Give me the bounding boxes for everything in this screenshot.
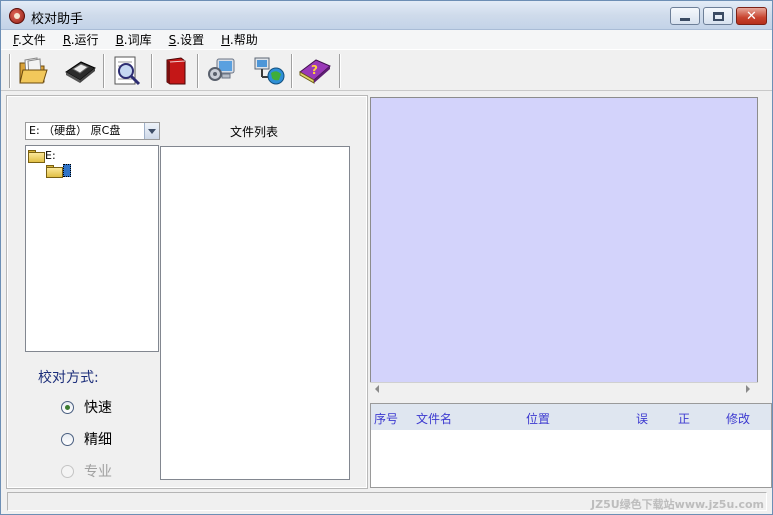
column-header-filename[interactable]: 文件名 (416, 410, 452, 427)
menu-bar: F.文件 R.运行 B.词库 S.设置 H.帮助 (1, 30, 772, 49)
file-list[interactable] (160, 146, 350, 480)
drive-select-value: E: （硬盘） 原C盘 (29, 124, 121, 137)
column-header-correct[interactable]: 正 (678, 410, 690, 427)
menu-file[interactable]: F.文件 (13, 31, 46, 48)
menu-help[interactable]: H.帮助 (221, 31, 258, 48)
column-header-index[interactable]: 序号 (374, 410, 398, 427)
tree-item-label: E: (45, 149, 56, 162)
menu-run[interactable]: R.运行 (63, 31, 99, 48)
text-preview-pane[interactable] (370, 97, 758, 397)
title-bar[interactable]: 校对助手 ✕ (1, 1, 772, 30)
menu-dictionary[interactable]: B.词库 (116, 31, 152, 48)
result-table-header: 序号 文件名 位置 误 正 修改 (371, 404, 771, 430)
toolbar-separator (151, 54, 153, 88)
search-doc-icon (114, 56, 141, 86)
horizontal-scrollbar[interactable] (370, 382, 758, 397)
tree-item-root[interactable]: E: (28, 149, 56, 163)
svg-text:?: ? (311, 63, 318, 77)
toolbar-separator (339, 54, 341, 88)
radio-unchecked-icon (61, 432, 74, 446)
chevron-down-icon[interactable] (144, 123, 159, 139)
search-button[interactable] (109, 54, 145, 88)
close-button[interactable]: ✕ (736, 7, 767, 25)
status-bar: JZ5U绿色下载站www.jz5u.com (1, 490, 772, 514)
radio-disabled-icon (61, 464, 74, 478)
toolbar: ? (1, 49, 772, 91)
open-button[interactable] (15, 54, 51, 88)
settings-button[interactable] (204, 54, 240, 88)
minimize-button[interactable] (670, 7, 700, 25)
proof-mode-label: 校对方式: (38, 370, 99, 386)
network-button[interactable] (251, 54, 287, 88)
save-disk-icon (65, 61, 96, 83)
toolbar-separator (291, 54, 293, 88)
drive-select[interactable]: E: （硬盘） 原C盘 (25, 122, 160, 140)
settings-computer-icon (208, 58, 235, 81)
help-book-icon: ? (299, 59, 331, 84)
result-table[interactable]: 序号 文件名 位置 误 正 修改 (370, 403, 772, 488)
radio-checked-icon (61, 400, 74, 414)
minimize-icon (680, 17, 690, 21)
mode-professional-radio: 专业 (61, 461, 112, 481)
open-folder-icon (46, 165, 63, 178)
scroll-left-icon[interactable] (375, 385, 379, 393)
tree-item-selected[interactable] (46, 164, 71, 178)
toolbar-separator (197, 54, 199, 88)
column-header-modify[interactable]: 修改 (726, 410, 750, 427)
mode-fast-radio[interactable]: 快速 (61, 397, 112, 417)
toolbar-separator (9, 54, 11, 88)
network-icon (254, 57, 285, 85)
save-button[interactable] (62, 54, 98, 88)
maximize-button[interactable] (703, 7, 733, 25)
scroll-right-icon[interactable] (746, 385, 750, 393)
app-logo-icon (9, 8, 25, 24)
column-header-position[interactable]: 位置 (526, 410, 550, 427)
file-list-label: 文件列表 (230, 125, 279, 139)
close-icon: ✕ (746, 8, 757, 24)
window-title: 校对助手 (31, 12, 84, 27)
help-button[interactable]: ? (297, 54, 333, 88)
tree-selection-highlight (63, 164, 71, 177)
watermark-text: JZ5U绿色下载站www.jz5u.com (591, 498, 764, 511)
open-folder-icon (28, 150, 45, 163)
folder-tree[interactable]: E: (25, 145, 159, 352)
app-window: 校对助手 ✕ F.文件 R.运行 B.词库 S.设置 H.帮助 ? E: （硬盘… (0, 0, 773, 515)
open-folder-icon (19, 57, 48, 84)
column-header-wrong[interactable]: 误 (636, 410, 648, 427)
toolbar-separator (103, 54, 105, 88)
menu-settings[interactable]: S.设置 (169, 31, 204, 48)
dictionary-button[interactable] (157, 54, 193, 88)
maximize-icon (712, 11, 724, 21)
red-book-icon (166, 57, 186, 85)
mode-fine-radio[interactable]: 精细 (61, 429, 112, 449)
